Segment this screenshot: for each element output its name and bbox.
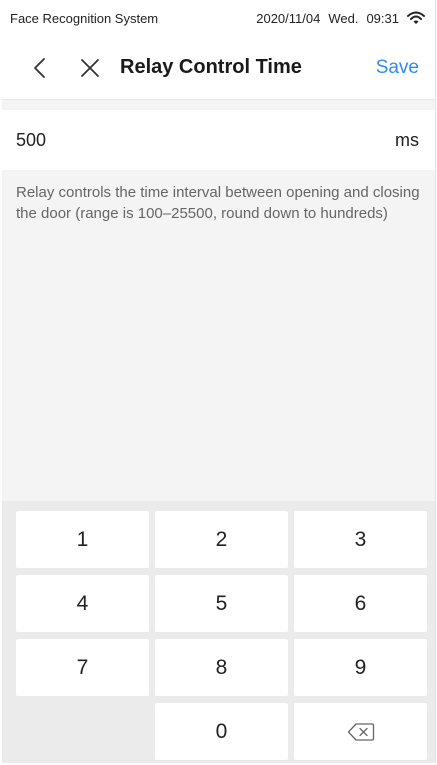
key-4[interactable]: 4 [16, 575, 149, 632]
back-button[interactable] [22, 50, 58, 86]
close-button[interactable] [72, 50, 108, 86]
key-grid: 1 2 3 4 5 6 7 8 9 0 [16, 511, 427, 760]
hint-text: Relay controls the time interval between… [16, 184, 420, 222]
status-bar: Face Recognition System 2020/11/04 Wed. … [2, 0, 435, 36]
key-8[interactable]: 8 [155, 639, 288, 696]
save-button[interactable]: Save [376, 57, 419, 79]
backspace-icon [347, 722, 374, 741]
app-frame: Face Recognition System 2020/11/04 Wed. … [2, 0, 436, 763]
app-name: Face Recognition System [10, 10, 159, 26]
relay-time-unit: ms [395, 129, 419, 150]
key-7[interactable]: 7 [16, 639, 149, 696]
chevron-left-icon [34, 57, 45, 78]
wifi-icon [407, 11, 425, 24]
numeric-keypad: 1 2 3 4 5 6 7 8 9 0 [2, 501, 435, 763]
key-3[interactable]: 3 [294, 511, 427, 568]
key-2[interactable]: 2 [155, 511, 288, 568]
key-blank [16, 703, 149, 760]
close-icon [81, 58, 99, 77]
key-5[interactable]: 5 [155, 575, 288, 632]
status-time: 09:31 [366, 10, 399, 26]
status-right: 2020/11/04 Wed. 09:31 [252, 11, 425, 26]
key-9[interactable]: 9 [294, 639, 427, 696]
page-title: Relay Control Time [120, 56, 302, 78]
relay-time-field[interactable]: 500 ms [2, 110, 435, 170]
status-date: 2020/11/04 [256, 10, 321, 26]
key-0[interactable]: 0 [155, 703, 288, 760]
nav-bar: Relay Control Time Save [2, 36, 435, 100]
status-weekday: Wed. [328, 10, 359, 26]
relay-time-value[interactable]: 500 [16, 130, 46, 151]
key-1[interactable]: 1 [16, 511, 149, 568]
backspace-key[interactable] [294, 703, 427, 760]
key-6[interactable]: 6 [294, 575, 427, 632]
